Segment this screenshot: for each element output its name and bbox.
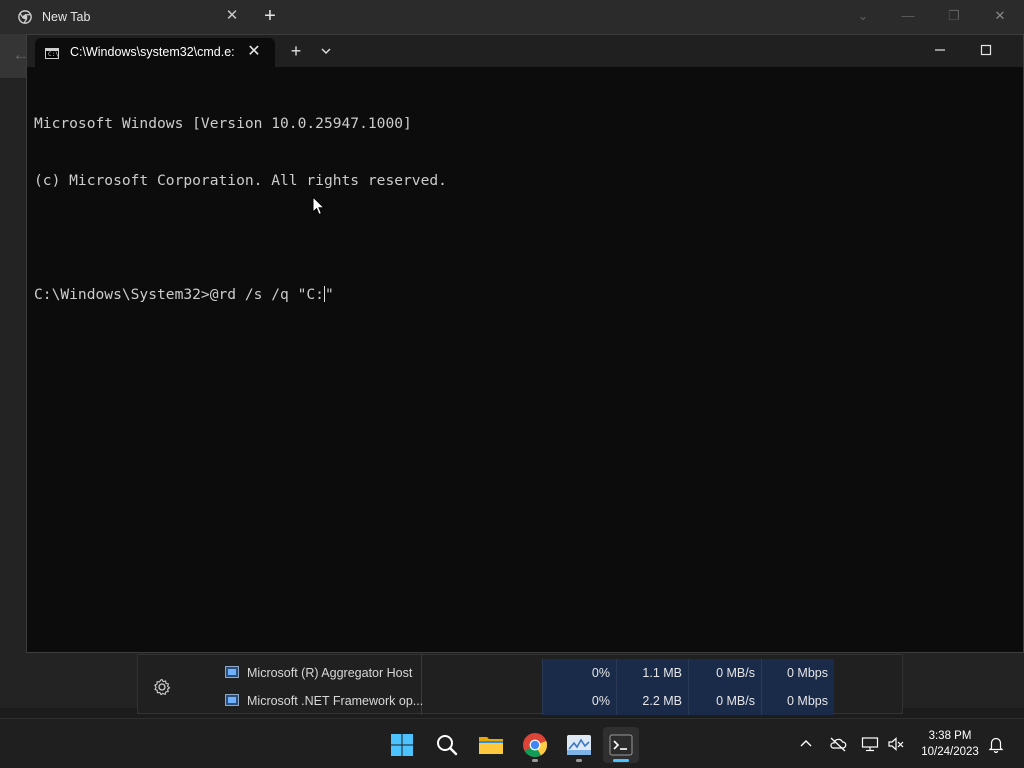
mouse-pointer-icon bbox=[312, 196, 326, 216]
terminal-line: (c) Microsoft Corporation. All rights re… bbox=[34, 172, 447, 189]
browser-restore-button[interactable]: ❐ bbox=[940, 4, 968, 28]
chrome-button[interactable] bbox=[517, 727, 553, 763]
browser-minimize-button[interactable]: — bbox=[894, 4, 922, 28]
process-icon bbox=[225, 666, 239, 678]
terminal-icon bbox=[609, 734, 633, 756]
process-name: Microsoft .NET Framework op... bbox=[247, 694, 424, 708]
disk-cell: 0 MB/s bbox=[688, 687, 761, 715]
browser-titlebar: New Tab ✕ + ⌄ — ❐ ✕ bbox=[0, 0, 1024, 34]
memory-cell: 1.1 MB bbox=[616, 659, 688, 687]
process-row[interactable]: Microsoft .NET Framework op... 0% 2.2 MB… bbox=[138, 687, 904, 715]
terminal-window[interactable]: C:\ C:\Windows\system32\cmd.e: ✕ + Micro… bbox=[26, 34, 1024, 653]
terminal-line: Microsoft Windows [Version 10.0.25947.10… bbox=[34, 115, 412, 132]
search-icon bbox=[437, 735, 458, 756]
browser-tab-new-tab[interactable]: New Tab ✕ bbox=[10, 2, 250, 32]
terminal-tab-close-icon[interactable]: ✕ bbox=[245, 43, 263, 61]
cmd-icon: C:\ bbox=[45, 48, 59, 59]
file-explorer-icon bbox=[479, 737, 503, 754]
file-explorer-button[interactable] bbox=[473, 727, 509, 763]
network-cell: 0 Mbps bbox=[761, 659, 834, 687]
task-manager-icon bbox=[567, 735, 591, 755]
prompt: C:\Windows\System32> bbox=[34, 286, 210, 303]
terminal-maximize-button[interactable] bbox=[973, 37, 999, 63]
running-indicator bbox=[532, 759, 538, 762]
terminal-output[interactable]: Microsoft Windows [Version 10.0.25947.10… bbox=[34, 76, 447, 342]
start-button[interactable] bbox=[384, 727, 420, 763]
browser-tab-title: New Tab bbox=[42, 10, 91, 24]
network-cell: 0 Mbps bbox=[761, 687, 834, 715]
browser-tab-search-icon[interactable]: ⌄ bbox=[849, 4, 877, 28]
network-icon[interactable] bbox=[861, 735, 879, 753]
disk-cell: 0 MB/s bbox=[688, 659, 761, 687]
command-text: @rd /s /q "C: bbox=[209, 286, 324, 303]
process-name: Microsoft (R) Aggregator Host bbox=[247, 666, 413, 680]
chrome-icon bbox=[18, 10, 32, 24]
terminal-new-tab-button[interactable]: + bbox=[286, 41, 306, 61]
volume-muted-icon[interactable] bbox=[887, 735, 905, 753]
browser-close-button[interactable]: ✕ bbox=[986, 4, 1014, 28]
process-icon bbox=[225, 694, 239, 706]
process-row[interactable]: Microsoft (R) Aggregator Host 0% 1.1 MB … bbox=[138, 659, 904, 687]
terminal-tab-title: C:\Windows\system32\cmd.e: bbox=[70, 45, 235, 59]
chrome-icon bbox=[523, 733, 548, 758]
task-manager-window: Microsoft (R) Aggregator Host 0% 1.1 MB … bbox=[137, 654, 904, 715]
chevron-down-icon[interactable] bbox=[316, 41, 336, 61]
command-text-after-caret: " bbox=[324, 286, 334, 303]
chevron-up-icon[interactable] bbox=[797, 735, 815, 753]
command-line[interactable]: C:\Windows\System32>@rd /s /q "C:" bbox=[34, 285, 447, 304]
terminal-minimize-button[interactable] bbox=[927, 37, 953, 63]
onedrive-offline-icon[interactable] bbox=[829, 735, 847, 753]
task-manager-button[interactable] bbox=[561, 727, 597, 763]
memory-cell: 2.2 MB bbox=[616, 687, 688, 715]
notification-bell-icon[interactable] bbox=[987, 735, 1005, 753]
cpu-cell: 0% bbox=[542, 687, 616, 715]
terminal-tab-bar: C:\ C:\Windows\system32\cmd.e: ✕ + bbox=[27, 35, 1023, 67]
terminal-button[interactable] bbox=[603, 727, 639, 763]
running-indicator bbox=[576, 759, 582, 762]
cpu-cell: 0% bbox=[542, 659, 616, 687]
start-icon bbox=[391, 734, 413, 756]
active-indicator bbox=[613, 759, 629, 762]
browser-new-tab-button[interactable]: + bbox=[259, 5, 281, 27]
clock-time: 3:38 PM bbox=[928, 730, 972, 742]
taskbar: 3:38 PM 10/24/2023 bbox=[0, 718, 1024, 768]
browser-tab-close-icon[interactable]: ✕ bbox=[224, 8, 240, 24]
clock-date: 10/24/2023 bbox=[921, 746, 979, 758]
search-button[interactable] bbox=[429, 727, 465, 763]
terminal-tab-cmd[interactable]: C:\ C:\Windows\system32\cmd.e: ✕ bbox=[35, 38, 275, 67]
system-clock[interactable]: 3:38 PM 10/24/2023 bbox=[914, 728, 986, 760]
